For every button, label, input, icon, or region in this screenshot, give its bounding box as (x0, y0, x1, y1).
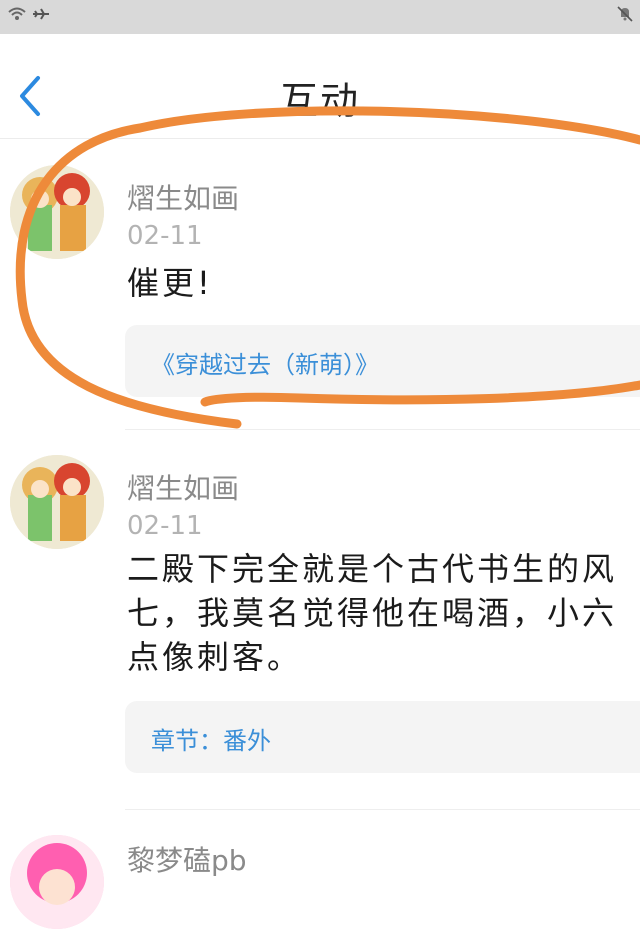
wifi-icon (8, 6, 26, 25)
status-bar (0, 0, 640, 35)
list-item: 黎梦磕pb (0, 809, 640, 929)
post-date: 02-11 (127, 221, 203, 251)
avatar[interactable] (10, 165, 104, 259)
comment-text: 催更! (127, 261, 640, 305)
comment-line: 二殿下完全就是个古代书生的风 (127, 550, 618, 588)
book-link-label: 《穿越过去（新萌）》 (151, 351, 379, 379)
post-date: 02-11 (127, 511, 203, 541)
page-title: 互动 (279, 79, 360, 123)
chapter-link[interactable]: 章节：番外 (125, 701, 640, 773)
username[interactable]: 黎梦磕pb (127, 839, 247, 879)
username[interactable]: 熠生如画 (127, 467, 239, 507)
comment-line: 催更! (127, 264, 213, 302)
comment-line: 七，我莫名觉得他在喝酒，小六 (127, 594, 618, 632)
book-link[interactable]: 《穿越过去（新萌）》 (125, 325, 640, 397)
navigation-bar: 互动 (0, 34, 640, 139)
chapter-link-label: 章节：番外 (151, 727, 271, 755)
avatar[interactable] (10, 455, 104, 549)
list-item: 熠生如画 02-11 催更! 《穿越过去（新萌）》 (0, 139, 640, 429)
airplane-icon (32, 6, 50, 25)
interaction-list: 熠生如画 02-11 催更! 《穿越过去（新萌）》 熠生如画 02-11 二殿下… (0, 139, 640, 929)
mute-icon (616, 6, 634, 26)
comment-line: 点像刺客。 (127, 638, 303, 676)
list-item: 熠生如画 02-11 二殿下完全就是个古代书生的风 七，我莫名觉得他在喝酒，小六… (0, 429, 640, 809)
avatar[interactable] (10, 835, 104, 929)
username[interactable]: 熠生如画 (127, 177, 239, 217)
comment-text: 二殿下完全就是个古代书生的风 七，我莫名觉得他在喝酒，小六 点像刺客。 (127, 547, 640, 679)
